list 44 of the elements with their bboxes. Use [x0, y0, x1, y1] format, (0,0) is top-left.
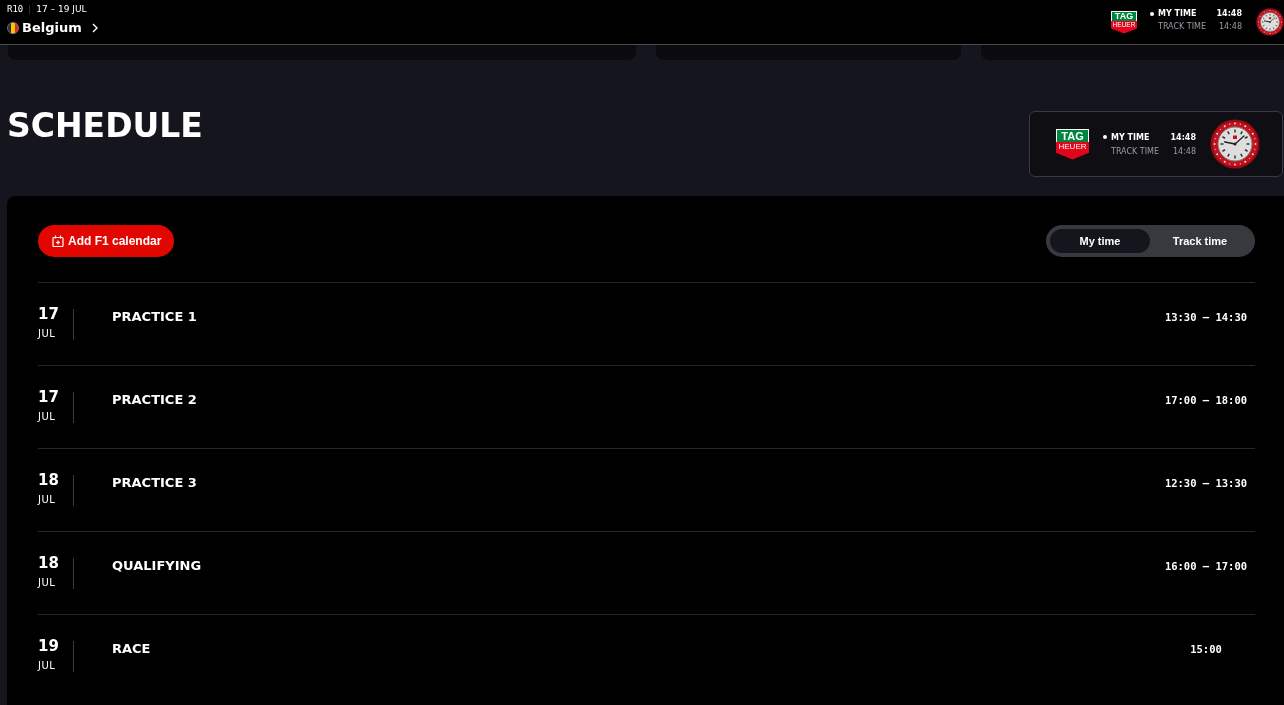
day-number: 17 — [38, 390, 59, 405]
day-number: 19 — [38, 639, 59, 654]
page-title: SCHEDULE — [7, 109, 203, 142]
month-label: JUL — [38, 577, 56, 589]
session-name: PRACTICE 3 — [112, 475, 197, 491]
month-label: JUL — [38, 411, 56, 423]
day-number: 18 — [38, 473, 59, 488]
time-label: MY TIME — [1158, 9, 1198, 18]
session-name: RACE — [112, 641, 151, 657]
time-label: MY TIME — [1111, 132, 1151, 142]
month-label: JUL — [38, 494, 56, 506]
day-number: 18 — [38, 556, 59, 571]
time-tab[interactable]: My time — [1050, 229, 1150, 253]
chevron-icon — [91, 23, 98, 33]
month-label: JUL — [38, 660, 56, 672]
time-label: TRACK TIME — [1111, 146, 1161, 156]
calendar-plus-icon — [52, 235, 64, 247]
time-value: 14:48 — [1217, 22, 1242, 31]
flag-icon — [7, 22, 19, 34]
time-label: TRACK TIME — [1158, 22, 1208, 31]
session-time: 13:30 – 14:30 — [1163, 310, 1249, 324]
watch-icon — [1210, 119, 1260, 169]
round-label: R10 — [7, 4, 25, 15]
time-value: 14:48 — [1216, 9, 1242, 18]
session-name: QUALIFYING — [112, 558, 202, 574]
watch-icon — [1256, 8, 1284, 36]
month-label: JUL — [38, 328, 56, 340]
day-number: 17 — [38, 307, 59, 322]
time-tab[interactable]: Track time — [1150, 229, 1250, 253]
dot-icon — [1150, 11, 1154, 16]
date-range: 17 – 19 JUL — [29, 5, 87, 14]
add-calendar-button[interactable]: Add F1 calendar — [38, 225, 175, 257]
session-name: PRACTICE 1 — [112, 309, 197, 325]
time-value: 14:48 — [1171, 146, 1196, 156]
dot-icon — [1103, 135, 1107, 139]
logo-text: TAG — [1056, 128, 1089, 142]
session-time: 17:00 – 18:00 — [1163, 393, 1249, 407]
logo-text: TAG — [1111, 10, 1137, 21]
session-time: 12:30 – 13:30 — [1163, 476, 1249, 490]
session-time: 16:00 – 17:00 — [1163, 559, 1249, 573]
country-link[interactable]: Belgium — [22, 21, 98, 35]
session-name: PRACTICE 2 — [112, 392, 197, 408]
session-time: 15:00 — [1189, 642, 1223, 656]
time-value: 14:48 — [1170, 132, 1196, 142]
